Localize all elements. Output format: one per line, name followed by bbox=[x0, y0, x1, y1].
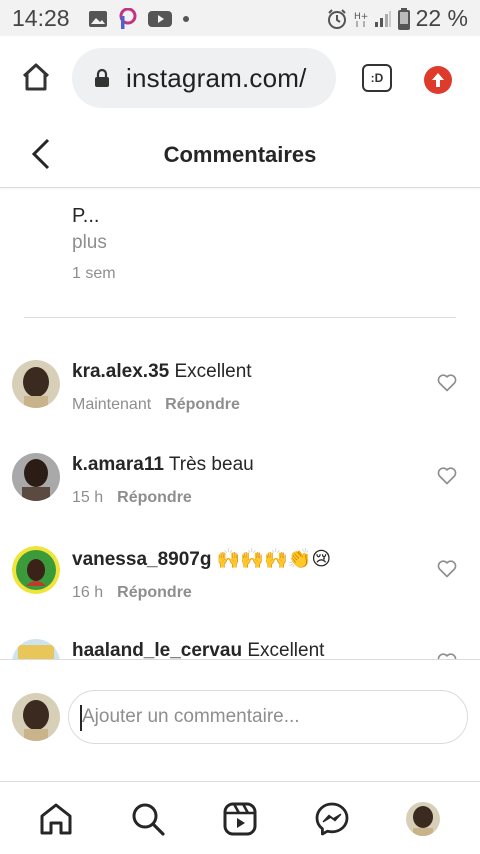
comment-text: Excellent bbox=[247, 640, 325, 659]
nav-reels[interactable] bbox=[221, 800, 259, 838]
comment-time: Maintenant bbox=[72, 396, 152, 413]
avatar[interactable] bbox=[12, 360, 60, 408]
picsart-icon bbox=[119, 8, 137, 29]
comment-text: 🙌🙌🙌👏😢 bbox=[216, 549, 332, 570]
browser-home-button[interactable] bbox=[20, 62, 52, 97]
bottom-navigation bbox=[0, 781, 480, 854]
caption-more-link[interactable]: plus bbox=[72, 232, 107, 254]
reply-button[interactable]: Répondre bbox=[165, 396, 240, 413]
svg-text:H+: H+ bbox=[354, 12, 368, 22]
search-icon bbox=[132, 803, 165, 836]
dot-icon bbox=[183, 16, 189, 22]
lock-icon bbox=[94, 68, 110, 93]
avatar[interactable] bbox=[12, 639, 60, 659]
tab-switcher-button[interactable]: :D bbox=[362, 64, 392, 92]
heart-outline-icon bbox=[437, 374, 457, 392]
nav-profile[interactable] bbox=[404, 800, 442, 838]
reply-button[interactable]: Répondre bbox=[117, 584, 192, 601]
caption-time: 1 sem bbox=[72, 265, 116, 282]
comment-text: Excellent bbox=[174, 361, 252, 382]
like-button[interactable] bbox=[437, 560, 457, 583]
reels-icon bbox=[223, 802, 257, 836]
comment-item: kra.alex.35 Excellent Maintenant Répondre bbox=[0, 340, 480, 433]
upload-button[interactable] bbox=[424, 66, 452, 94]
comment-text: Très beau bbox=[168, 454, 254, 475]
comments-header: Commentaires bbox=[0, 122, 480, 188]
like-button[interactable] bbox=[437, 374, 457, 397]
nav-messenger[interactable] bbox=[313, 800, 351, 838]
comment-composer bbox=[0, 659, 480, 781]
home-outline-icon bbox=[22, 63, 50, 91]
gallery-icon bbox=[89, 11, 107, 27]
home-icon bbox=[40, 803, 72, 835]
profile-avatar bbox=[406, 802, 440, 836]
like-button[interactable] bbox=[437, 467, 457, 490]
reply-button[interactable]: Répondre bbox=[117, 489, 192, 506]
battery-percent: 22 % bbox=[415, 5, 468, 31]
youtube-icon bbox=[148, 11, 172, 27]
text-caret bbox=[80, 705, 82, 731]
heart-outline-icon bbox=[437, 560, 457, 578]
comments-list[interactable]: kra.alex.35 Excellent Maintenant Répondre… bbox=[0, 340, 480, 659]
comment-input[interactable] bbox=[68, 690, 468, 744]
signal-h-plus-icon: H+ bbox=[354, 12, 368, 27]
status-time: 14:28 bbox=[12, 5, 70, 31]
signal-strength-icon bbox=[374, 10, 391, 27]
address-url: instagram.com/ bbox=[126, 63, 307, 93]
avatar[interactable] bbox=[12, 453, 60, 501]
comment-time: 15 h bbox=[72, 489, 104, 506]
avatar[interactable] bbox=[12, 546, 60, 594]
browser-toolbar: instagram.com/ :D bbox=[0, 36, 480, 122]
nav-home[interactable] bbox=[37, 800, 75, 838]
notification-icons bbox=[88, 8, 190, 30]
address-bar[interactable]: instagram.com/ bbox=[72, 48, 336, 108]
divider bbox=[24, 317, 456, 318]
status-bar: 14:28 H+ 22 % bbox=[0, 0, 480, 36]
caption-text: P... bbox=[72, 205, 100, 227]
messenger-icon bbox=[315, 802, 349, 836]
alarm-icon bbox=[327, 8, 346, 29]
battery-icon bbox=[397, 7, 410, 30]
comment-item: k.amara11 Très beau 15 h Répondre bbox=[0, 433, 480, 526]
heart-outline-icon bbox=[437, 467, 457, 485]
page-title: Commentaires bbox=[163, 142, 317, 167]
comment-time: 16 h bbox=[72, 584, 104, 601]
nav-search[interactable] bbox=[129, 800, 167, 838]
comment-username[interactable]: vanessa_8907g bbox=[72, 549, 211, 570]
comment-username[interactable]: k.amara11 bbox=[72, 454, 164, 475]
comment-item: vanessa_8907g 🙌🙌🙌👏😢 16 h Répondre bbox=[0, 526, 480, 619]
arrow-up-icon bbox=[432, 73, 444, 87]
comment-item: haaland_le_cervau Excellent bbox=[0, 619, 480, 659]
system-icons: H+ 22 % bbox=[326, 5, 468, 32]
comment-username[interactable]: haaland_le_cervau bbox=[72, 640, 242, 659]
comment-username[interactable]: kra.alex.35 bbox=[72, 361, 169, 382]
current-user-avatar bbox=[12, 693, 60, 741]
